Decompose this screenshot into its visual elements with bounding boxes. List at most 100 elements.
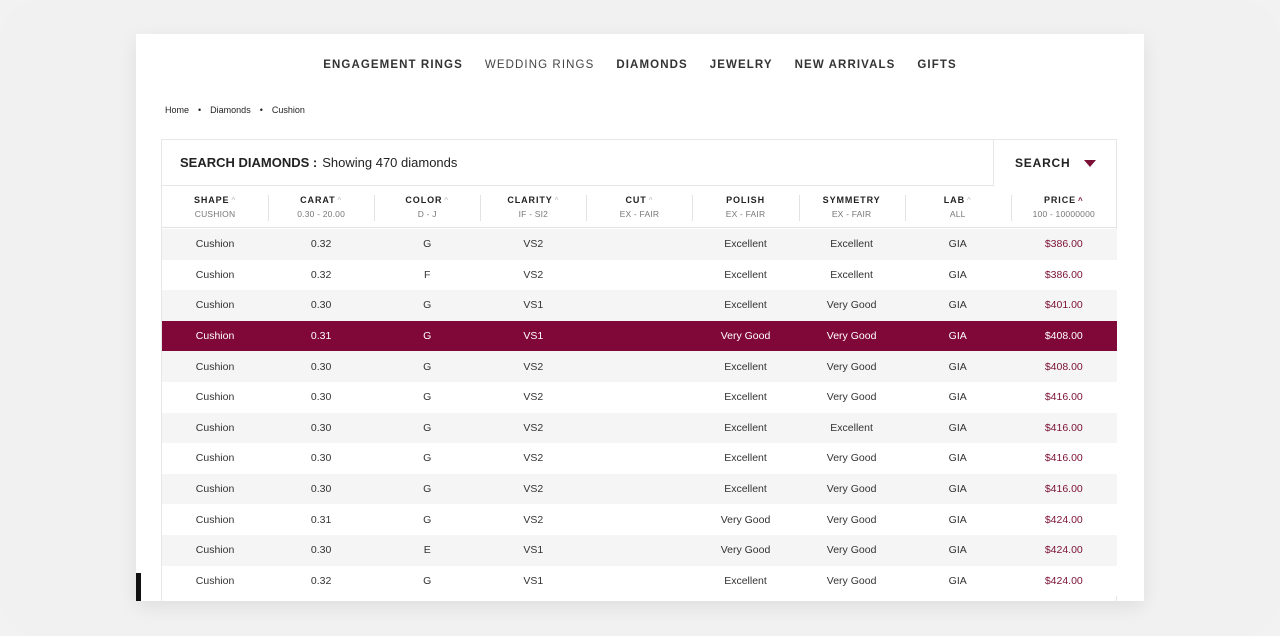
cell-price: $416.00: [1044, 391, 1083, 404]
table-row[interactable]: Cushion 0.30 G VS2 Excellent Very Good GIA $416…: [162, 473, 1117, 505]
cell-polish: Excellent: [724, 268, 767, 281]
cell-color: G: [423, 238, 432, 251]
column-filter-range: EX - FAIR: [831, 208, 872, 219]
nav-diamonds[interactable]: DIAMONDS: [616, 59, 687, 71]
cell-symmetry: Very Good: [826, 360, 877, 373]
sort-arrow-icon[interactable]: ^: [337, 196, 342, 205]
cell-lab: GIA: [948, 238, 967, 251]
table-row[interactable]: Cushion 0.30 G VS1 Excellent Very Good GIA $401…: [162, 290, 1117, 321]
column-label: CARAT ^: [300, 195, 342, 205]
table-row-selected[interactable]: Cushion 0.31 G VS1 Very Good Very Good GIA $408…: [162, 320, 1117, 352]
breadcrumb-cushion: Cushion: [271, 105, 305, 115]
column-filter-range: 100 - 10000000: [1032, 208, 1095, 219]
cell-clarity: VS1: [523, 299, 544, 312]
table-row[interactable]: Cushion 0.32 G VS2 Excellent Excellent GIA $386…: [162, 229, 1117, 260]
cell-polish: Very Good: [720, 330, 771, 343]
breadcrumb-home[interactable]: Home: [165, 105, 189, 115]
column-label: SHAPE ^: [194, 195, 236, 205]
cell-shape: Cushion: [195, 360, 235, 373]
cell-price: $408.00: [1044, 330, 1083, 343]
cell-polish: Excellent: [724, 483, 767, 496]
breadcrumb-separator: •: [259, 105, 263, 115]
table-row[interactable]: Cushion 0.32 F VS2 Excellent Excellent GIA $386…: [162, 259, 1117, 291]
cell-lab: GIA: [948, 299, 967, 312]
cell-polish: Excellent: [724, 391, 767, 404]
cell-lab: GIA: [948, 574, 967, 587]
cell-carat: 0.32: [310, 268, 332, 281]
cell-price: $386.00: [1044, 238, 1083, 251]
table-row[interactable]: Cushion 0.30 E VS1 Very Good Very Good GIA $424…: [162, 534, 1117, 566]
cell-clarity: VS1: [523, 330, 544, 343]
cell-carat: 0.30: [310, 544, 332, 557]
cell-color: F: [424, 268, 431, 281]
cell-shape: Cushion: [195, 238, 235, 251]
column-header-carat[interactable]: CARAT ^ 0.30 - 20.00: [268, 186, 374, 227]
cell-lab: GIA: [948, 421, 967, 434]
sort-arrow-icon[interactable]: ^: [1078, 196, 1084, 205]
sort-arrow-icon[interactable]: ^: [231, 196, 236, 205]
column-filter-range: IF - SI2: [518, 208, 549, 219]
table-row[interactable]: Cushion 0.30 G VS2 Excellent Excellent GIA $416…: [162, 412, 1117, 444]
table-row[interactable]: Cushion 0.32 G VS1 Excellent Very Good GIA $424…: [162, 565, 1117, 597]
cell-clarity: VS2: [523, 421, 544, 434]
column-header-lab[interactable]: LAB ^ ALL: [904, 186, 1011, 227]
side-tab-handle[interactable]: [136, 573, 141, 601]
cell-color: G: [423, 574, 432, 587]
table-row[interactable]: Cushion 0.30 G VS2 Excellent Very Good GIA $416…: [162, 443, 1117, 474]
table-header: SHAPE ^ CUSHION CARAT ^ 0.30 - 20.00 COLOR ^ D -…: [162, 186, 1117, 228]
column-label: PRICE ^: [1044, 195, 1084, 205]
cell-polish: Excellent: [724, 360, 767, 373]
breadcrumb-diamonds[interactable]: Diamonds: [210, 105, 251, 115]
nav-jewelry[interactable]: JEWELRY: [710, 59, 773, 71]
column-filter-range: EX - FAIR: [725, 208, 766, 219]
cell-symmetry: Excellent: [830, 421, 873, 434]
column-label-text: SHAPE: [193, 194, 230, 205]
cell-carat: 0.30: [310, 360, 332, 373]
column-header-color[interactable]: COLOR ^ D - J: [374, 186, 480, 227]
column-header-price[interactable]: PRICE ^ 100 - 10000000: [1010, 186, 1117, 227]
column-label: COLOR ^: [405, 195, 449, 205]
sort-arrow-icon[interactable]: ^: [444, 196, 449, 205]
cell-shape: Cushion: [195, 544, 235, 557]
column-header-shape[interactable]: SHAPE ^ CUSHION: [162, 186, 268, 227]
cell-clarity: VS2: [523, 452, 544, 465]
column-label-text: POLISH: [726, 194, 765, 205]
cell-price: $424.00: [1044, 544, 1083, 557]
column-label-text: PRICE: [1044, 194, 1077, 205]
nav-engagement-rings[interactable]: ENGAGEMENT RINGS: [323, 59, 463, 71]
column-label-text: CARAT: [300, 194, 336, 205]
column-header-clarity[interactable]: CLARITY ^ IF - SI2: [480, 186, 586, 227]
nav-new-arrivals[interactable]: NEW ARRIVALS: [795, 59, 896, 71]
column-header-symmetry[interactable]: SYMMETRY EX - FAIR: [798, 186, 905, 227]
cell-symmetry: Very Good: [826, 574, 877, 587]
cell-color: G: [423, 299, 432, 312]
cell-carat: 0.30: [310, 299, 332, 312]
table-row[interactable]: Cushion 0.30 G VS2 Excellent Very Good GIA $416…: [162, 381, 1117, 413]
cell-symmetry: Very Good: [826, 513, 877, 526]
sort-arrow-icon[interactable]: ^: [649, 196, 654, 205]
table-row[interactable]: Cushion 0.30 G VS2 Excellent Very Good GIA $408…: [162, 351, 1117, 382]
table-row[interactable]: Cushion 0.31 G VS2 Very Good Very Good GIA $424…: [162, 504, 1117, 535]
cell-shape: Cushion: [195, 513, 235, 526]
column-header-polish[interactable]: POLISH EX - FAIR: [692, 186, 798, 227]
cell-symmetry: Excellent: [830, 268, 873, 281]
cell-shape: Cushion: [195, 452, 235, 465]
nav-gifts[interactable]: GIFTS: [917, 59, 956, 71]
column-filter-range: D - J: [417, 208, 437, 219]
cell-symmetry: Very Good: [826, 330, 877, 343]
result-count: Showing 470 diamonds: [322, 155, 458, 170]
column-filter-range: 0.30 - 20.00: [297, 208, 346, 219]
search-toggle-button[interactable]: SEARCH: [995, 140, 1117, 186]
column-header-cut[interactable]: CUT ^ EX - FAIR: [586, 186, 692, 227]
cell-carat: 0.30: [310, 483, 332, 496]
search-title: SEARCH DIAMONDS :: [180, 155, 318, 170]
sort-arrow-icon[interactable]: ^: [555, 196, 560, 205]
page: ENGAGEMENT RINGS WEDDING RINGS DIAMONDS …: [136, 34, 1144, 601]
cell-polish: Excellent: [724, 574, 767, 587]
cell-lab: GIA: [948, 544, 967, 557]
sort-arrow-icon[interactable]: ^: [967, 196, 972, 205]
nav-wedding-rings[interactable]: WEDDING RINGS: [485, 59, 595, 71]
cell-symmetry: Excellent: [830, 238, 873, 251]
column-label: LAB ^: [944, 195, 972, 205]
cell-lab: GIA: [948, 513, 967, 526]
